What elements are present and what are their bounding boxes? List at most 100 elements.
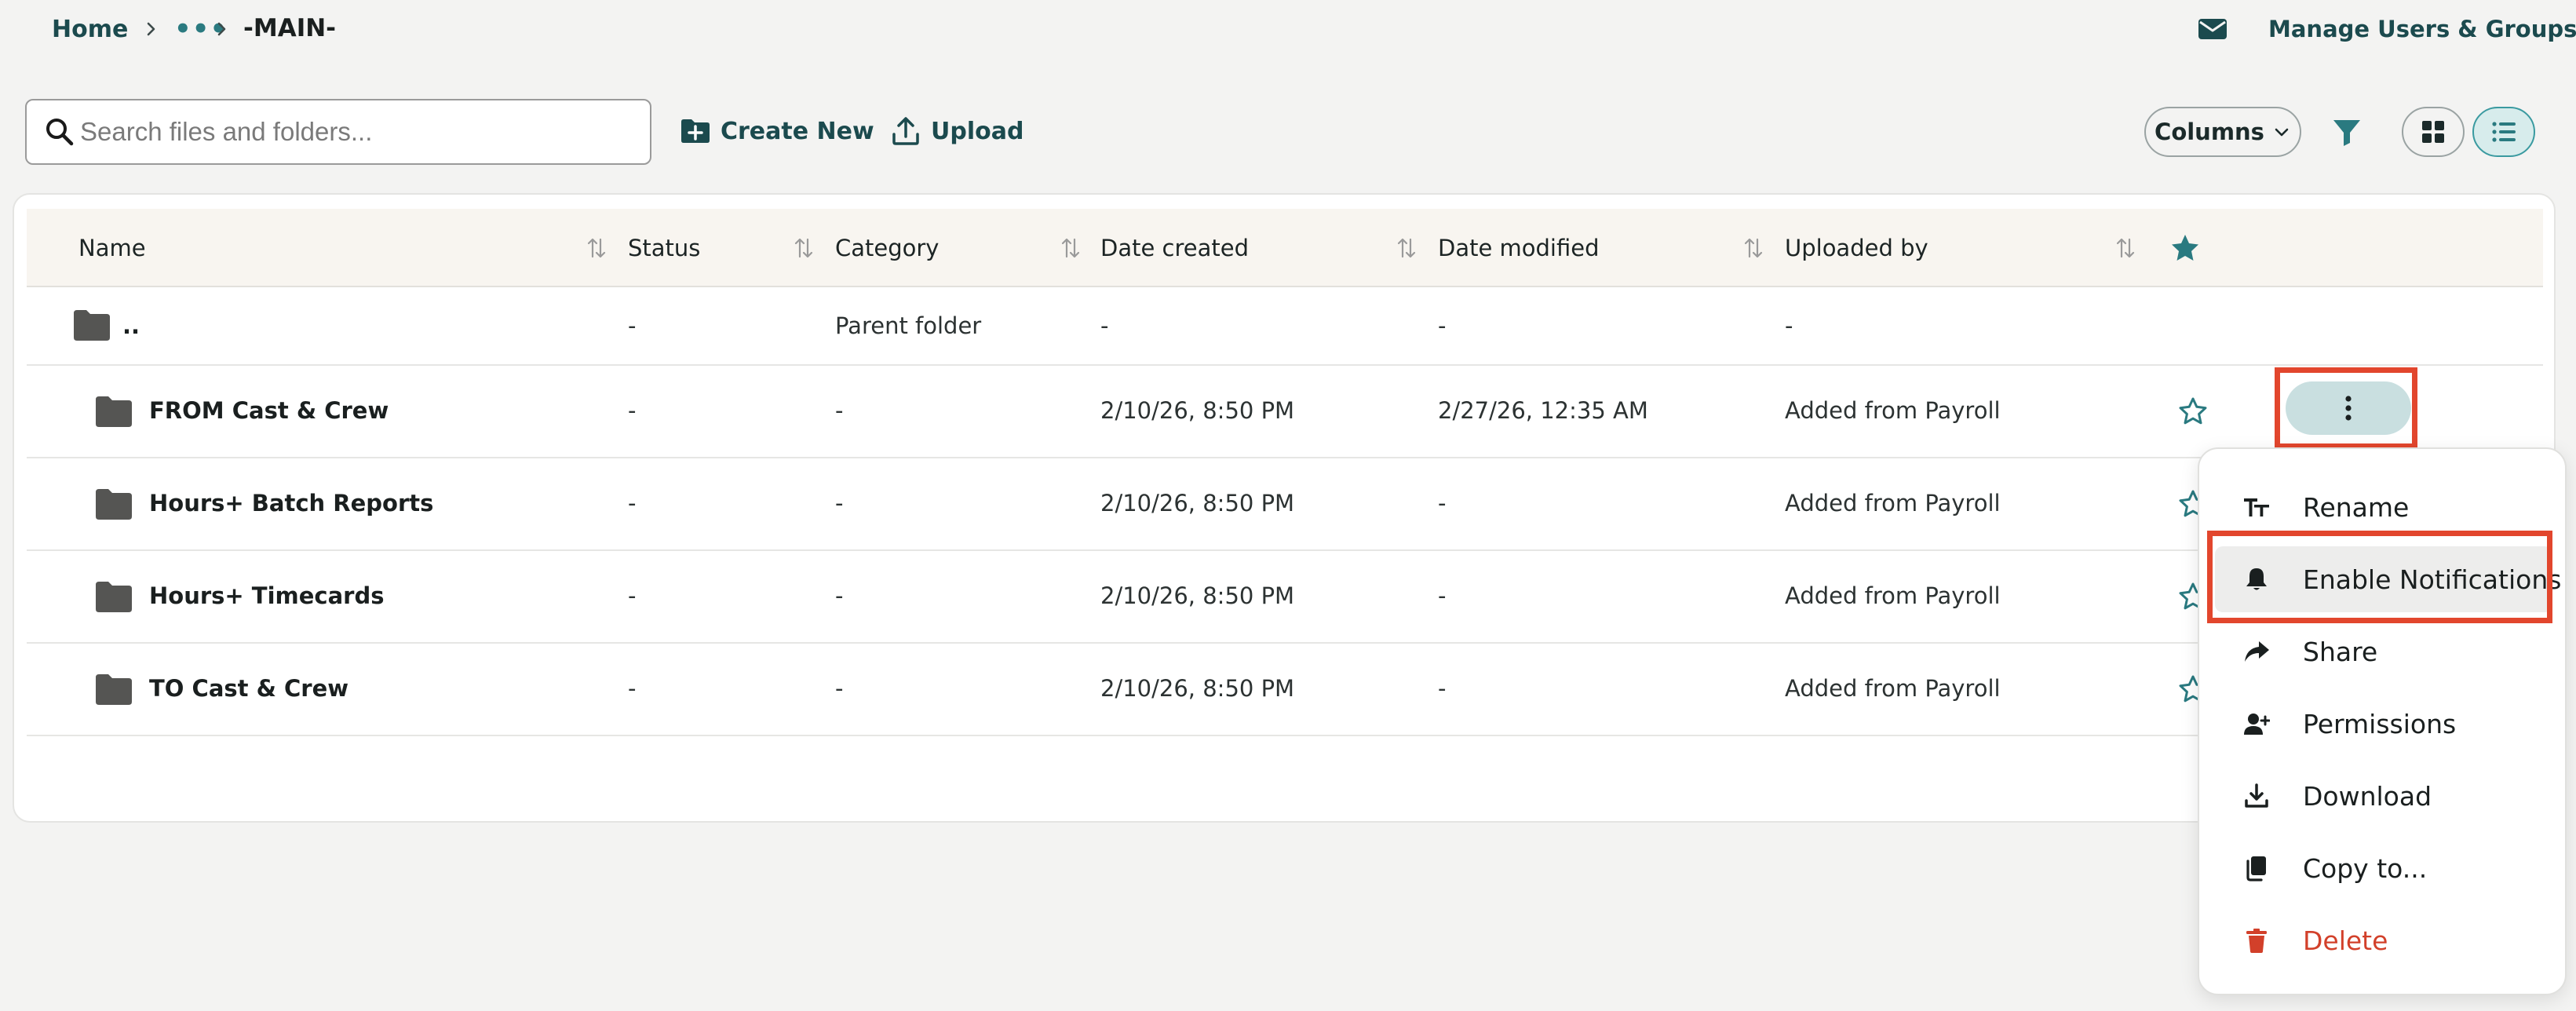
table-row[interactable]: TO Cast & Crew - - 2/10/26, 8:50 PM - Ad… (27, 644, 2543, 736)
create-new-button[interactable]: Create New (680, 111, 874, 151)
row-category: - (835, 490, 844, 516)
column-header-date-created[interactable]: Date created (1100, 209, 1249, 287)
file-table: Name Status Category Date created Date m… (13, 193, 2556, 823)
text-format-icon (2243, 494, 2270, 520)
menu-item-label: Rename (2303, 491, 2410, 523)
folder-icon (94, 487, 133, 521)
menu-item-permissions[interactable]: Permissions (2215, 691, 2552, 757)
row-date-created: 2/10/26, 8:50 PM (1100, 582, 1295, 609)
chevron-down-icon (2272, 122, 2291, 141)
row-uploaded-by: Added from Payroll (1785, 582, 2001, 609)
sort-icon[interactable] (1060, 235, 1082, 261)
star-outline-icon[interactable] (2177, 396, 2209, 427)
row-status: - (628, 490, 637, 516)
trash-icon (2243, 927, 2270, 954)
star-filled-icon[interactable] (2169, 232, 2201, 264)
row-name[interactable]: Hours+ Timecards (149, 582, 385, 609)
menu-item-label: Copy to... (2303, 852, 2428, 884)
upload-label: Upload (931, 117, 1024, 145)
row-category: Parent folder (835, 312, 982, 339)
search-box (25, 99, 651, 165)
folder-icon (94, 394, 133, 429)
sort-icon[interactable] (1396, 235, 1418, 261)
menu-item-share[interactable]: Share (2215, 619, 2552, 684)
row-status: - (628, 397, 637, 424)
row-name[interactable]: Hours+ Batch Reports (149, 490, 433, 516)
row-uploaded-by: Added from Payroll (1785, 397, 2001, 424)
menu-item-copy-to[interactable]: Copy to... (2215, 835, 2552, 901)
row-date-created: 2/10/26, 8:50 PM (1100, 490, 1295, 516)
row-date-modified: 2/27/26, 12:35 AM (1438, 397, 1648, 424)
folder-icon (72, 308, 111, 342)
folder-icon (94, 672, 133, 706)
breadcrumb-home[interactable]: Home (52, 16, 128, 43)
sort-icon[interactable] (1742, 235, 1764, 261)
columns-label: Columns (2155, 119, 2264, 145)
row-uploaded-by: Added from Payroll (1785, 675, 2001, 702)
row-date-created: 2/10/26, 8:50 PM (1100, 397, 1295, 424)
table-header: Name Status Category Date created Date m… (27, 209, 2543, 287)
menu-item-label: Download (2303, 780, 2432, 812)
breadcrumb-current: -MAIN- (243, 14, 337, 42)
highlight-box (2207, 531, 2552, 623)
sort-icon[interactable] (793, 235, 815, 261)
row-actions-menu: Rename Enable Notifications Share Permis… (2198, 447, 2567, 995)
chevron-right-icon (143, 17, 160, 41)
envelope-icon[interactable] (2198, 17, 2228, 41)
row-uploaded-by: Added from Payroll (1785, 490, 2001, 516)
top-bar: Home ••• -MAIN- Manage Users & Groups (0, 0, 2576, 60)
search-input[interactable] (80, 113, 629, 151)
column-header-date-modified[interactable]: Date modified (1438, 209, 1600, 287)
row-category: - (835, 397, 844, 424)
table-row-parent[interactable]: .. - Parent folder - - - (27, 287, 2543, 366)
row-date-created: 2/10/26, 8:50 PM (1100, 675, 1295, 702)
table-row[interactable]: Hours+ Timecards - - 2/10/26, 8:50 PM - … (27, 551, 2543, 644)
sort-icon[interactable] (586, 235, 608, 261)
table-row[interactable]: FROM Cast & Crew - - 2/10/26, 8:50 PM 2/… (27, 366, 2543, 458)
menu-item-label: Delete (2303, 925, 2388, 956)
columns-dropdown[interactable]: Columns (2144, 107, 2301, 157)
menu-item-download[interactable]: Download (2215, 763, 2552, 829)
grid-view-button[interactable] (2402, 107, 2465, 157)
column-header-status[interactable]: Status (628, 209, 700, 287)
list-view-button[interactable] (2472, 107, 2535, 157)
sort-icon[interactable] (2114, 235, 2136, 261)
filter-icon[interactable] (2331, 116, 2363, 148)
row-status: - (628, 582, 637, 609)
chevron-right-icon (213, 17, 231, 41)
list-icon (2490, 119, 2517, 145)
row-name[interactable]: .. (122, 312, 140, 339)
upload-icon (890, 115, 921, 147)
column-header-category[interactable]: Category (835, 209, 939, 287)
row-date-modified: - (1438, 490, 1447, 516)
search-icon (44, 116, 75, 148)
row-date-modified: - (1438, 675, 1447, 702)
user-plus-icon (2243, 710, 2270, 737)
folder-icon (94, 579, 133, 614)
manage-users-groups-link[interactable]: Manage Users & Groups (2268, 16, 2576, 42)
copy-icon (2243, 855, 2270, 881)
row-category: - (835, 582, 844, 609)
menu-item-delete[interactable]: Delete (2215, 907, 2552, 973)
row-name[interactable]: FROM Cast & Crew (149, 397, 389, 424)
row-date-modified: - (1438, 582, 1447, 609)
row-status: - (628, 312, 637, 339)
menu-item-label: Share (2303, 636, 2378, 667)
row-name[interactable]: TO Cast & Crew (149, 675, 348, 702)
grid-icon (2420, 119, 2446, 145)
column-header-name[interactable]: Name (78, 209, 146, 287)
menu-item-label: Permissions (2303, 708, 2457, 739)
row-uploaded-by: - (1785, 312, 1793, 339)
row-date-modified: - (1438, 312, 1447, 339)
upload-button[interactable]: Upload (890, 111, 1023, 151)
table-row[interactable]: Hours+ Batch Reports - - 2/10/26, 8:50 P… (27, 458, 2543, 551)
row-status: - (628, 675, 637, 702)
column-header-uploaded-by[interactable]: Uploaded by (1785, 209, 1928, 287)
row-date-created: - (1100, 312, 1109, 339)
download-icon (2243, 783, 2270, 809)
row-category: - (835, 675, 844, 702)
create-new-label: Create New (721, 117, 874, 145)
folder-plus-icon (680, 115, 711, 147)
share-arrow-icon (2243, 638, 2270, 665)
highlight-box (2275, 367, 2417, 449)
